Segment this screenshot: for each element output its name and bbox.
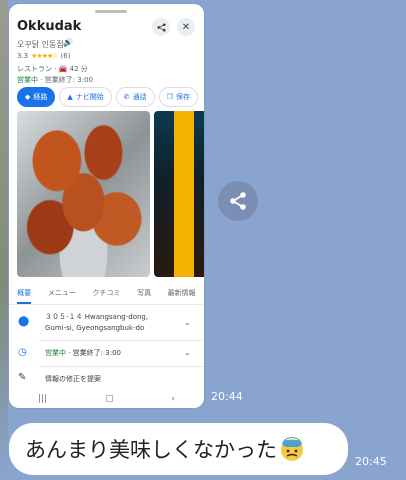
recents-icon: |||	[37, 393, 48, 404]
tab-overview: 概要	[17, 284, 32, 304]
place-korean-name: 오꾸닭 인동점	[17, 40, 64, 49]
home-icon: ▢	[104, 393, 114, 404]
hours-line: 営業中 · 営業終了: 3:00	[17, 75, 93, 85]
navigation-icon: ▲	[67, 93, 73, 101]
beer-glass-photo	[154, 111, 204, 277]
share-button[interactable]	[218, 181, 258, 221]
clock-icon: ◷	[18, 347, 27, 358]
directions-button: ◆ 経路	[17, 87, 56, 107]
location-pin-icon: ⬤	[18, 316, 30, 327]
fried-chicken-photo	[17, 111, 150, 277]
save-label: 保存	[175, 93, 190, 101]
chat-edge-image	[0, 0, 8, 480]
back-icon: ‹	[171, 393, 176, 404]
bookmark-icon: ❐	[166, 93, 173, 101]
hours-closing: · 営業終了: 3:00	[66, 349, 121, 357]
hours-open-status: 営業中	[45, 349, 66, 357]
pencil-icon: ✎	[18, 372, 27, 383]
category-line: レストラン · 🚘 42 分	[17, 65, 88, 73]
closing-time: · 営業終了: 3:00	[38, 76, 93, 84]
message-bubble[interactable]: あんまり美味しくなかった	[9, 423, 348, 475]
chevron-down-icon: ⌄	[184, 318, 191, 327]
address-line-1: ３０５-１４ Hwangsang-dong,	[45, 313, 149, 321]
tab-menu: メニュー	[47, 289, 76, 297]
directions-label: 経路	[33, 93, 48, 101]
share-icon	[152, 18, 170, 36]
hours-text: 営業中 · 営業終了: 3:00	[45, 348, 121, 359]
place-tabs: 概要 メニュー クチコミ 写真 最新情報	[9, 284, 204, 304]
row-divider	[39, 366, 204, 367]
tab-updates: 最新情報	[167, 289, 196, 297]
speaker-icon: 🔊	[63, 38, 73, 47]
navigation-label: ナビ開始	[75, 93, 104, 101]
directions-icon: ◆	[25, 93, 31, 101]
maps-screenshot-image[interactable]: Okkudak ✕ 오꾸닭 인동점 🔊 3.3 ★★★★☆ (6) レストラン …	[9, 4, 204, 408]
chevron-down-icon: ⌄	[184, 348, 191, 357]
close-icon: ✕	[177, 18, 195, 36]
call-label: 通話	[132, 93, 147, 101]
open-status: 営業中	[17, 76, 38, 84]
navigation-button: ▲ ナビ開始	[59, 87, 112, 107]
row-divider	[39, 340, 204, 341]
suggest-edit-text: 情報の修正を提案	[45, 375, 101, 383]
message-timestamp: 20:44	[211, 390, 243, 403]
message-timestamp: 20:45	[355, 455, 387, 468]
android-nav-bar: ||| ▢ ‹	[9, 389, 204, 408]
rating-value: 3.3	[17, 52, 29, 60]
rating-line: 3.3 ★★★★☆ (6)	[17, 52, 70, 60]
address-line-2: Gumi-si, Gyeongsangbuk-do	[45, 324, 145, 332]
call-button: ✆ 通話	[115, 87, 155, 107]
tabs-divider	[9, 304, 204, 305]
share-icon	[230, 192, 246, 210]
place-title: Okkudak	[17, 19, 82, 34]
save-button: ❐ 保存	[158, 87, 198, 107]
sweating-face-emoji-icon	[281, 437, 303, 461]
review-count: (6)	[60, 52, 71, 60]
tab-reviews: クチコミ	[92, 289, 121, 297]
tab-photos: 写真	[137, 289, 152, 297]
address-text: ３０５-１４ Hwangsang-dong, Gumi-si, Gyeongsa…	[45, 312, 148, 334]
action-chip-row: ◆ 経路 ▲ ナビ開始 ✆ 通話 ❐ 保存	[17, 87, 198, 107]
star-rating-icon: ★★★★☆	[31, 52, 58, 60]
phone-icon: ✆	[123, 93, 130, 101]
message-text: あんまり美味しくなかった	[25, 438, 277, 462]
sheet-handle	[95, 10, 127, 13]
